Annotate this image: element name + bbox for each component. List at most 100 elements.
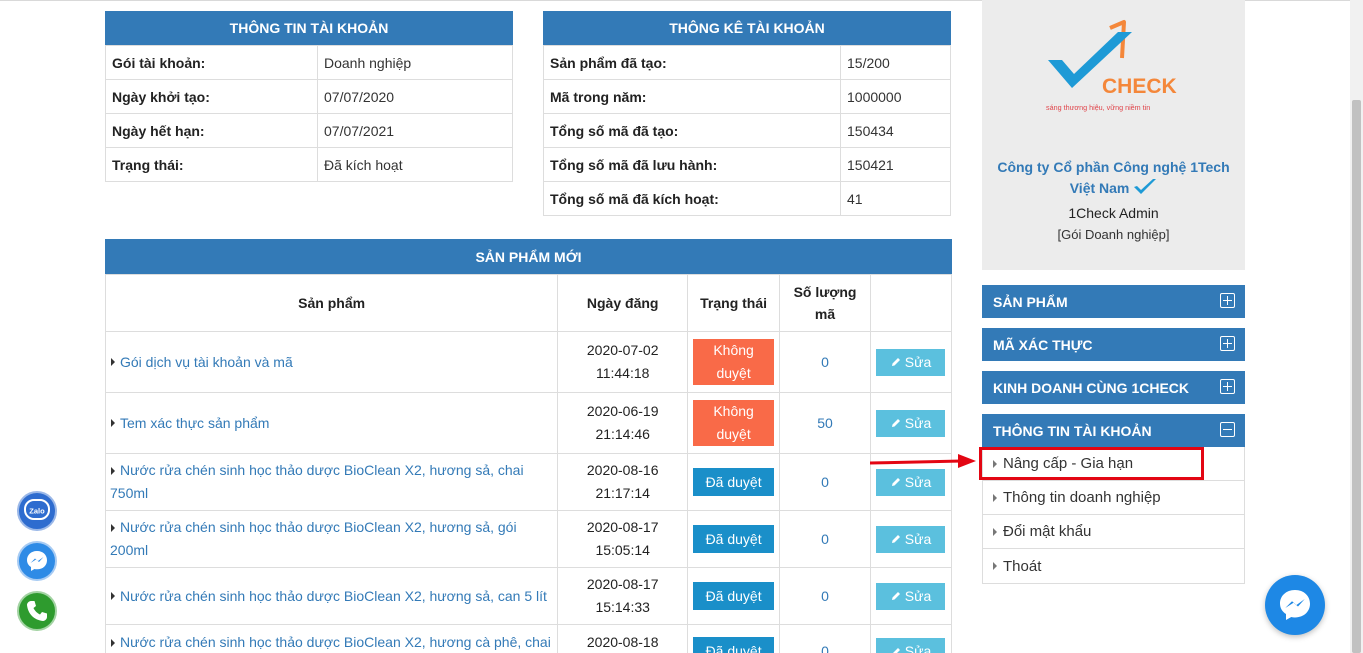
menu-label: THÔNG TIN TÀI KHOẢN [993, 422, 1152, 439]
status-line2: duyệt [716, 365, 751, 381]
product-name-link[interactable]: Gói dịch vụ tài khoản và mã [104, 331, 559, 393]
page: THÔNG TIN TÀI KHOẢN Gói tài khoản: Doanh … [0, 0, 1363, 653]
submenu-item-change-password[interactable]: Đổi mật khẩu [983, 515, 1244, 549]
pencil-icon [891, 535, 900, 543]
caret-right-icon [111, 358, 115, 367]
red-arrow-annotation [870, 454, 976, 468]
product-name[interactable]: Gói dịch vụ tài khoản và mã [120, 354, 293, 370]
table-row: Trạng thái: Đã kích hoạt [105, 147, 513, 182]
expand-plus-icon[interactable] [1220, 336, 1235, 351]
status-badge: Không duyệt [693, 339, 775, 385]
col-product: Sản phẩm [104, 274, 559, 332]
caret-right-icon [111, 592, 115, 601]
menu-ma-xac-thuc[interactable]: MÃ XÁC THỰC [982, 328, 1245, 361]
1check-logo: CHECK sáng thương hiệu, vững niềm tin [1046, 20, 1177, 112]
status-badge: Đã duyệt [693, 525, 775, 553]
edit-button[interactable]: Sửa [876, 348, 946, 376]
messenger-icon [1280, 590, 1310, 620]
edit-button[interactable]: Sửa [876, 582, 946, 610]
menu-label: MÃ XÁC THỰC [993, 336, 1093, 353]
edit-label: Sửa [904, 643, 932, 653]
code-qty: 0 [779, 624, 871, 653]
caret-right-icon [111, 466, 115, 475]
edit-label: Sửa [904, 473, 932, 490]
company-card: CHECK sáng thương hiệu, vững niềm tin Cô… [982, 0, 1245, 270]
menu-san-pham[interactable]: SẢN PHẨM [982, 285, 1245, 318]
table-row: Nước rửa chén sinh học thảo dược BioClea… [104, 453, 953, 511]
table-row: Tổng số mã đã lưu hành: 150421 [543, 147, 951, 182]
edit-button[interactable]: Sửa [876, 638, 946, 653]
post-date: 2020-08-18 [557, 624, 689, 653]
company-name: Công ty Cổ phần Công nghệ 1Tech Việt Nam [982, 157, 1245, 199]
edit-button[interactable]: Sửa [876, 468, 946, 496]
expand-plus-icon[interactable] [1220, 379, 1235, 394]
edit-button[interactable]: Sửa [876, 409, 946, 437]
menu-thong-tin-tai-khoan[interactable]: THÔNG TIN TÀI KHOẢN [982, 414, 1245, 447]
pencil-icon [891, 358, 900, 366]
edit-label: Sửa [904, 353, 932, 370]
product-name-link[interactable]: Nước rửa chén sinh học thảo dược BioClea… [104, 510, 559, 568]
product-name-link[interactable]: Nước rửa chén sinh học thảo dược BioClea… [104, 453, 559, 511]
edit-button[interactable]: Sửa [876, 525, 946, 553]
caret-right-icon [111, 523, 115, 532]
account-stats-panel: THÔNG KÊ TÀI KHOẢN Sản phẩm đã tạo: 15/20… [543, 11, 951, 216]
menu-kinh-doanh[interactable]: KINH DOANH CÙNG 1CHECK [982, 371, 1245, 404]
messenger-chat-button[interactable] [1265, 575, 1325, 635]
code-qty: 50 [779, 392, 871, 454]
table-row: Mã trong năm: 1000000 [543, 79, 951, 114]
product-name-link[interactable]: Tem xác thực sản phẩm [104, 392, 559, 454]
phone-button[interactable] [17, 591, 57, 631]
table-row: Tổng số mã đã kích hoạt: 41 [543, 181, 951, 216]
row-label: Mã trong năm: [543, 79, 841, 114]
col-qty-line2: mã [814, 306, 836, 322]
phone-icon [27, 601, 47, 621]
table-row: Nước rửa chén sinh học thảo dược BioClea… [104, 510, 953, 568]
post-date: 2020-07-02 11:44:18 [557, 331, 689, 393]
messenger-button[interactable] [17, 541, 57, 581]
pencil-icon [891, 592, 900, 600]
new-products-table: Sản phẩm Ngày đăng Trạng thái Số lượng mã… [104, 274, 953, 653]
action-cell: Sửa [869, 392, 953, 454]
user-package: [Gói Doanh nghiệp] [1057, 227, 1170, 242]
caret-right-icon [111, 638, 115, 647]
action-cell: Sửa [869, 567, 953, 625]
code-qty: 0 [779, 453, 871, 511]
caret-right-icon [993, 527, 997, 536]
product-name-link[interactable]: Nước rửa chén sinh học thảo dược BioClea… [104, 567, 559, 625]
product-name[interactable]: Nước rửa chén sinh học thảo dược BioClea… [110, 462, 524, 501]
product-name-link[interactable]: Nước rửa chén sinh học thảo dược BioClea… [104, 624, 559, 653]
caret-right-icon [993, 493, 997, 502]
pencil-icon [891, 478, 900, 486]
row-label: Ngày khởi tạo: [105, 79, 318, 114]
page-scrollbar[interactable] [1350, 0, 1363, 653]
product-name[interactable]: Tem xác thực sản phẩm [120, 415, 269, 431]
submenu-item-logout[interactable]: Thoát [983, 549, 1244, 583]
status-badge: Đã duyệt [693, 468, 775, 496]
row-value: 1000000 [840, 79, 951, 114]
col-qty: Số lượng mã [779, 274, 871, 332]
submenu-item-company-info[interactable]: Thông tin doanh nghiệp [983, 481, 1244, 515]
messenger-icon [27, 551, 47, 571]
logo-wordmark: CHECK [1102, 75, 1177, 98]
verified-check-icon [1134, 179, 1157, 194]
logo-tagline: sáng thương hiệu, vững niềm tin [1046, 103, 1150, 112]
highlight-box [979, 447, 1204, 480]
product-name[interactable]: Nước rửa chén sinh học thảo dược BioClea… [120, 634, 551, 650]
date: 2020-07-02 [586, 342, 659, 358]
pencil-icon [892, 647, 900, 653]
row-value: 41 [840, 181, 951, 216]
product-name[interactable]: Nước rửa chén sinh học thảo dược BioClea… [110, 519, 517, 558]
collapse-minus-icon[interactable] [1220, 422, 1235, 437]
product-name[interactable]: Nước rửa chén sinh học thảo dược BioClea… [120, 588, 547, 604]
post-date: 2020-08-16 21:17:14 [557, 453, 689, 511]
zalo-icon: Zalo [24, 499, 50, 520]
scrollbar-thumb[interactable] [1352, 100, 1361, 653]
expand-plus-icon[interactable] [1220, 293, 1235, 308]
menu-label: SẢN PHẨM [993, 293, 1068, 310]
submenu-label: Thoát [1003, 557, 1042, 575]
status-line1: Không [713, 403, 754, 419]
pencil-icon [891, 419, 900, 427]
zalo-button[interactable]: Zalo [17, 491, 57, 531]
post-date: 2020-08-17 15:14:33 [557, 567, 689, 625]
row-value: 150421 [840, 147, 951, 182]
